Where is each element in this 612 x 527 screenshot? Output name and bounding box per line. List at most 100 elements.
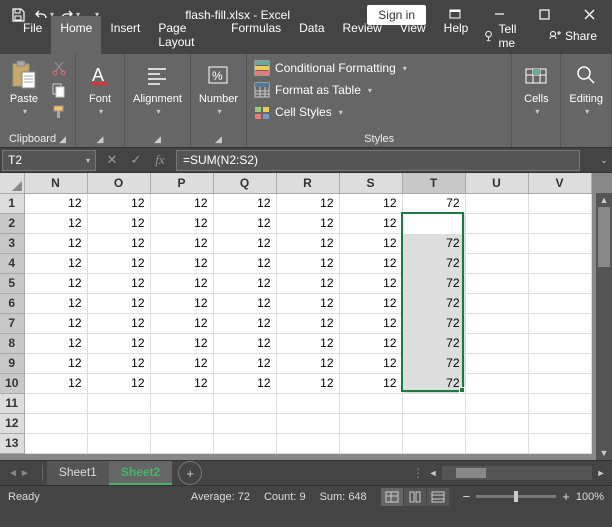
number-button[interactable]: %Number▾ [195,57,242,118]
cell[interactable] [339,413,402,433]
cell[interactable]: 12 [24,253,87,273]
cell[interactable] [402,413,465,433]
cell[interactable]: 12 [339,333,402,353]
row-header[interactable]: 1 [0,193,24,213]
hscroll-thumb[interactable] [456,468,486,478]
cell[interactable]: 12 [87,193,150,213]
cell[interactable] [528,213,591,233]
scrollbar-thumb[interactable] [598,207,610,267]
cell[interactable]: 12 [87,233,150,253]
cell[interactable]: 12 [150,273,213,293]
cell[interactable] [87,413,150,433]
cell[interactable]: 12 [339,373,402,393]
cell[interactable]: 12 [213,333,276,353]
cell[interactable] [465,233,528,253]
dialog-launcher-icon[interactable]: ◢ [59,134,66,145]
cell[interactable]: 12 [276,373,339,393]
sheet-tab-sheet1[interactable]: Sheet1 [47,461,109,485]
cell[interactable] [150,433,213,453]
cell[interactable]: 12 [339,273,402,293]
spreadsheet-grid[interactable]: NOPQRSTUV1121212121212722121212121212723… [0,173,612,460]
cell[interactable]: 12 [213,293,276,313]
cell[interactable] [528,273,591,293]
cell[interactable]: 12 [339,253,402,273]
cell[interactable]: 12 [276,353,339,373]
cell[interactable] [276,433,339,453]
expand-formula-bar-icon[interactable]: ⌄ [596,155,612,166]
cell[interactable] [150,413,213,433]
paste-button[interactable]: Paste▾ [4,57,44,118]
tab-help[interactable]: Help [435,16,478,54]
cell[interactable] [465,193,528,213]
cell[interactable]: 12 [87,253,150,273]
tab-data[interactable]: Data [290,16,333,54]
hscroll-right-icon[interactable]: ► [594,468,608,478]
cell[interactable]: 12 [213,253,276,273]
view-page-layout-icon[interactable] [404,488,426,506]
cell[interactable]: 12 [213,193,276,213]
cell[interactable] [402,393,465,413]
name-box[interactable]: T2▾ [2,150,96,171]
cell[interactable]: 72 [402,333,465,353]
sheet-nav-first-icon[interactable]: ◄ [8,468,18,479]
row-header[interactable]: 10 [0,373,24,393]
cell[interactable]: 12 [339,193,402,213]
editing-button[interactable]: Editing▾ [565,57,607,118]
cell[interactable]: 12 [276,293,339,313]
cell[interactable]: 12 [276,213,339,233]
format-as-table-button[interactable]: Format as Table▾ [251,79,410,101]
tell-me-button[interactable]: Tell me [477,18,539,54]
cell[interactable] [465,413,528,433]
row-header[interactable]: 7 [0,313,24,333]
cell[interactable]: 72 [402,233,465,253]
cell[interactable] [528,413,591,433]
cell[interactable] [528,233,591,253]
cell[interactable]: 12 [24,293,87,313]
cell[interactable]: 12 [150,353,213,373]
row-header[interactable]: 3 [0,233,24,253]
cell[interactable] [528,293,591,313]
cell[interactable]: 12 [276,233,339,253]
zoom-in-button[interactable]: + [562,489,570,504]
cell[interactable] [465,393,528,413]
column-header[interactable]: U [465,173,528,193]
cell[interactable] [24,393,87,413]
dialog-launcher-icon[interactable]: ◢ [154,134,161,145]
enter-formula-icon[interactable]: ✓ [126,152,146,168]
cancel-formula-icon[interactable]: ✕ [102,152,122,168]
cell[interactable]: 12 [87,313,150,333]
cell[interactable]: 12 [276,313,339,333]
cell[interactable] [528,313,591,333]
cell[interactable] [87,433,150,453]
view-normal-icon[interactable] [381,488,403,506]
cell[interactable] [528,253,591,273]
cell[interactable]: 12 [150,233,213,253]
cell[interactable]: 12 [276,253,339,273]
cell[interactable]: 12 [150,293,213,313]
row-header[interactable]: 11 [0,393,24,413]
tab-page-layout[interactable]: Page Layout [149,16,222,54]
vertical-scrollbar[interactable]: ▲ ▼ [596,193,612,460]
cell[interactable]: 12 [339,213,402,233]
cell[interactable] [528,333,591,353]
cell[interactable] [213,413,276,433]
dialog-launcher-icon[interactable]: ◢ [215,134,222,145]
font-button[interactable]: AFont▾ [80,57,120,118]
cell[interactable]: 12 [24,333,87,353]
column-header[interactable]: S [339,173,402,193]
cell[interactable]: 12 [276,273,339,293]
cell[interactable]: 12 [276,193,339,213]
insert-function-icon[interactable]: fx [150,152,170,168]
copy-button[interactable] [47,79,71,101]
format-painter-button[interactable] [47,101,71,123]
column-header[interactable]: P [150,173,213,193]
zoom-out-button[interactable]: − [463,489,471,504]
cell[interactable]: 12 [87,293,150,313]
cell[interactable] [276,413,339,433]
cell[interactable] [213,393,276,413]
cell[interactable]: 12 [24,273,87,293]
row-header[interactable]: 2 [0,213,24,233]
cell[interactable] [528,373,591,393]
cell[interactable] [528,393,591,413]
cell[interactable]: 72 [402,193,465,213]
